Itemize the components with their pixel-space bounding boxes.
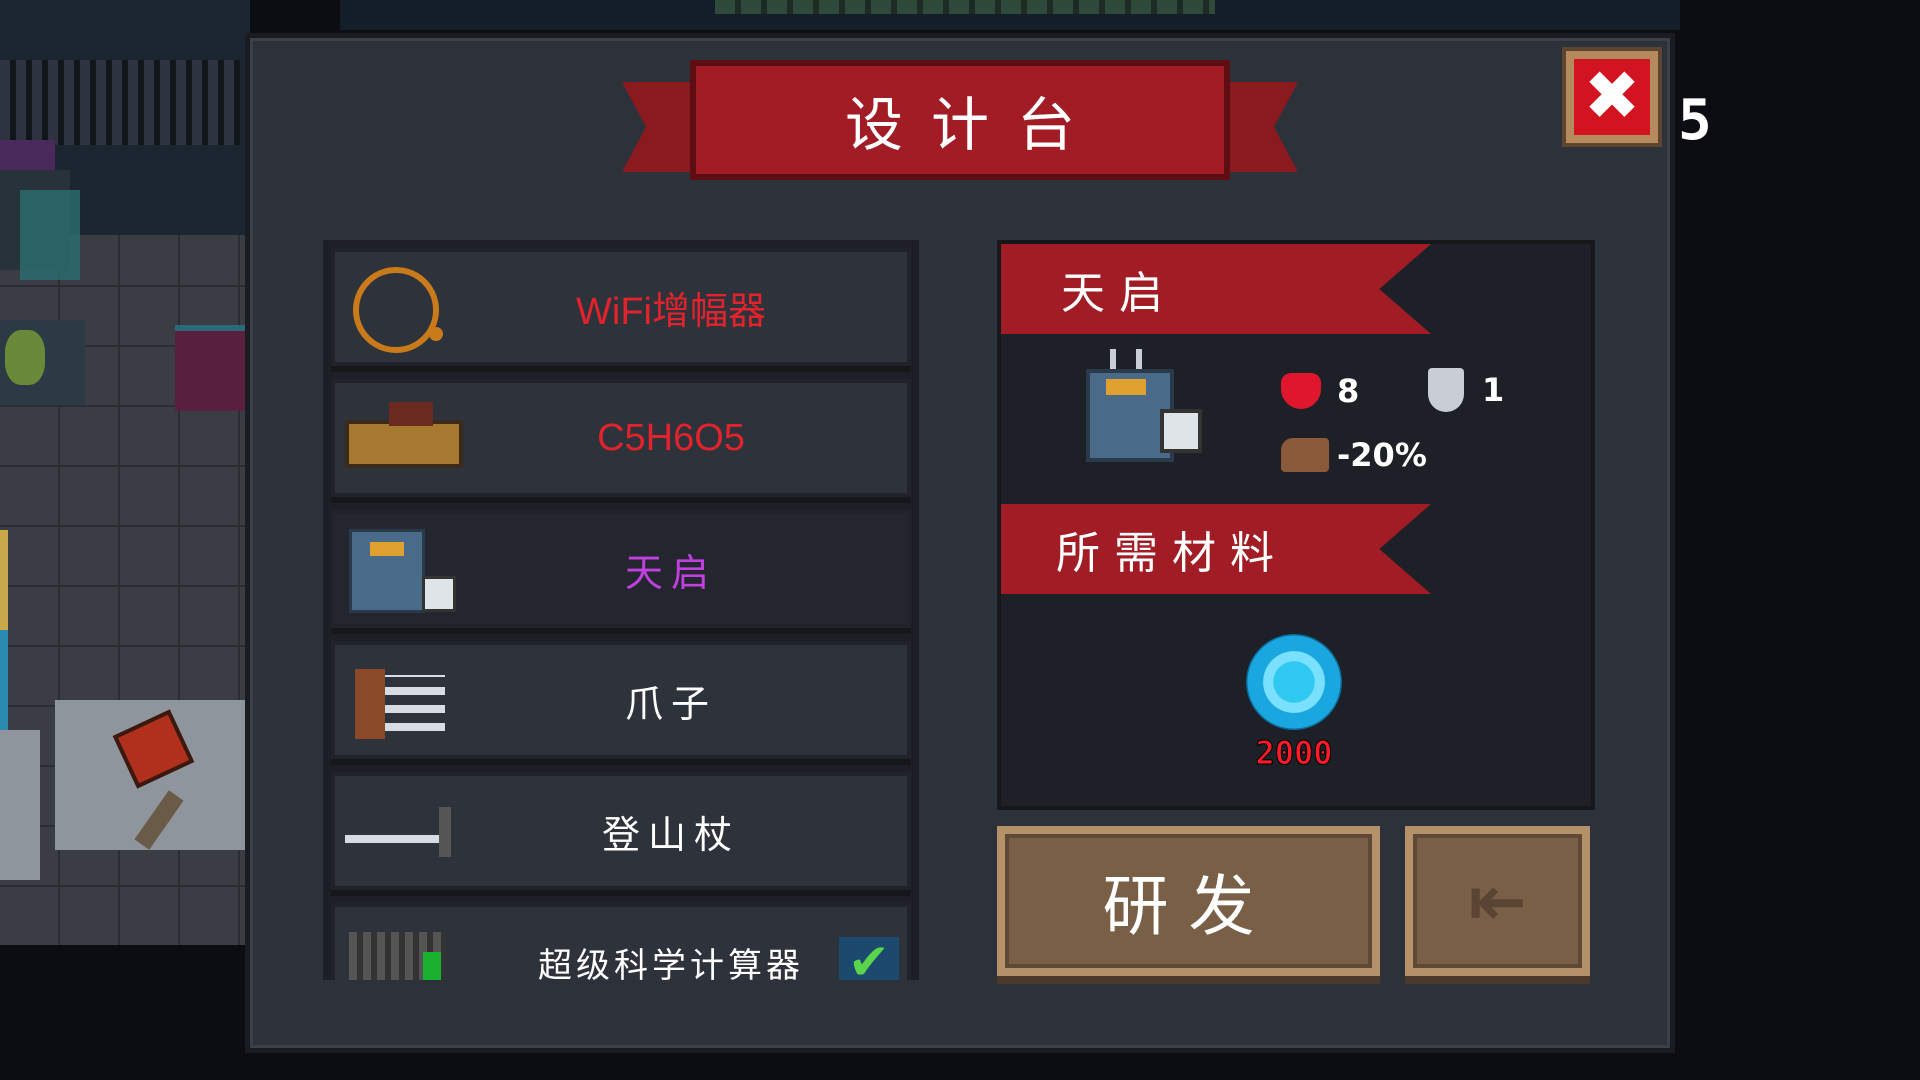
- detail-card: 天启 8 1 -20% 所需材料 2000: [997, 240, 1595, 810]
- page-title: 设计台: [844, 91, 1103, 159]
- claw-icon: [335, 650, 455, 750]
- wall-stripe: [0, 530, 8, 630]
- item-name: C5H6O5: [597, 416, 745, 459]
- list-item-c5h6o5[interactable]: C5H6O5: [331, 379, 911, 497]
- material-count: 2000: [1255, 734, 1333, 773]
- develop-button[interactable]: 研发: [997, 826, 1380, 976]
- materials-tab: 所需材料: [1001, 504, 1431, 594]
- blueprint-list[interactable]: WiFi增幅器 C5H6O5 天启 爪子 登山杖 超级科学计算器 ✔: [323, 240, 919, 980]
- exit-button[interactable]: ⇤: [1405, 826, 1590, 976]
- c5h6o5-gun-icon: [335, 388, 463, 488]
- blue-gem-icon: [1246, 634, 1342, 730]
- npc-cape: [20, 190, 80, 280]
- shield-icon: [1428, 368, 1464, 412]
- workbench-table: [0, 730, 40, 880]
- exit-door-icon: ⇤: [1468, 860, 1527, 942]
- list-item-calculator[interactable]: 超级科学计算器 ✔: [331, 903, 911, 980]
- boot-icon: [1281, 438, 1329, 472]
- health-value: 8: [1337, 372, 1360, 410]
- npc-hat: [0, 140, 55, 170]
- list-item-wifi-amplifier[interactable]: WiFi增幅器: [331, 248, 911, 366]
- list-item-claw[interactable]: 爪子: [331, 641, 911, 759]
- health-stat: 8: [1281, 372, 1359, 410]
- close-icon: ✖: [1574, 59, 1650, 135]
- calculator-icon: [335, 912, 455, 980]
- item-name: 爪子: [624, 681, 717, 726]
- list-item-hiking-stick[interactable]: 登山杖: [331, 772, 911, 890]
- detail-name-tab: 天启: [1001, 244, 1431, 334]
- speed-stat: -20%: [1281, 436, 1427, 474]
- hiking-stick-icon: [335, 781, 455, 881]
- wifi-amplifier-ring-icon: [335, 257, 455, 357]
- armor-stat: 1: [1428, 368, 1504, 412]
- apocalypse-mech-icon: [335, 519, 456, 619]
- armor-value: 1: [1482, 371, 1505, 409]
- counter-text: 5: [1678, 88, 1712, 153]
- item-name: 天启: [624, 550, 717, 595]
- speed-value: -20%: [1337, 436, 1427, 474]
- wall-stripe: [0, 630, 8, 730]
- apocalypse-mech-icon: [1076, 349, 1202, 464]
- sideboard: [175, 325, 250, 411]
- item-name: 登山杖: [601, 812, 740, 857]
- bg-top-decor: [715, 0, 1215, 14]
- heart-icon: [1281, 373, 1321, 409]
- list-item-apocalypse[interactable]: 天启: [331, 510, 911, 628]
- close-button[interactable]: ✖: [1562, 47, 1662, 147]
- bg-shelf: [0, 60, 240, 145]
- materials-title: 所需材料: [1056, 528, 1288, 579]
- title-banner: 设计台: [690, 60, 1230, 180]
- develop-label: 研发: [1102, 868, 1275, 945]
- detail-name: 天启: [1061, 268, 1177, 319]
- plant: [5, 330, 45, 385]
- item-name: WiFi增幅器: [576, 290, 766, 333]
- check-icon: ✔: [839, 937, 899, 980]
